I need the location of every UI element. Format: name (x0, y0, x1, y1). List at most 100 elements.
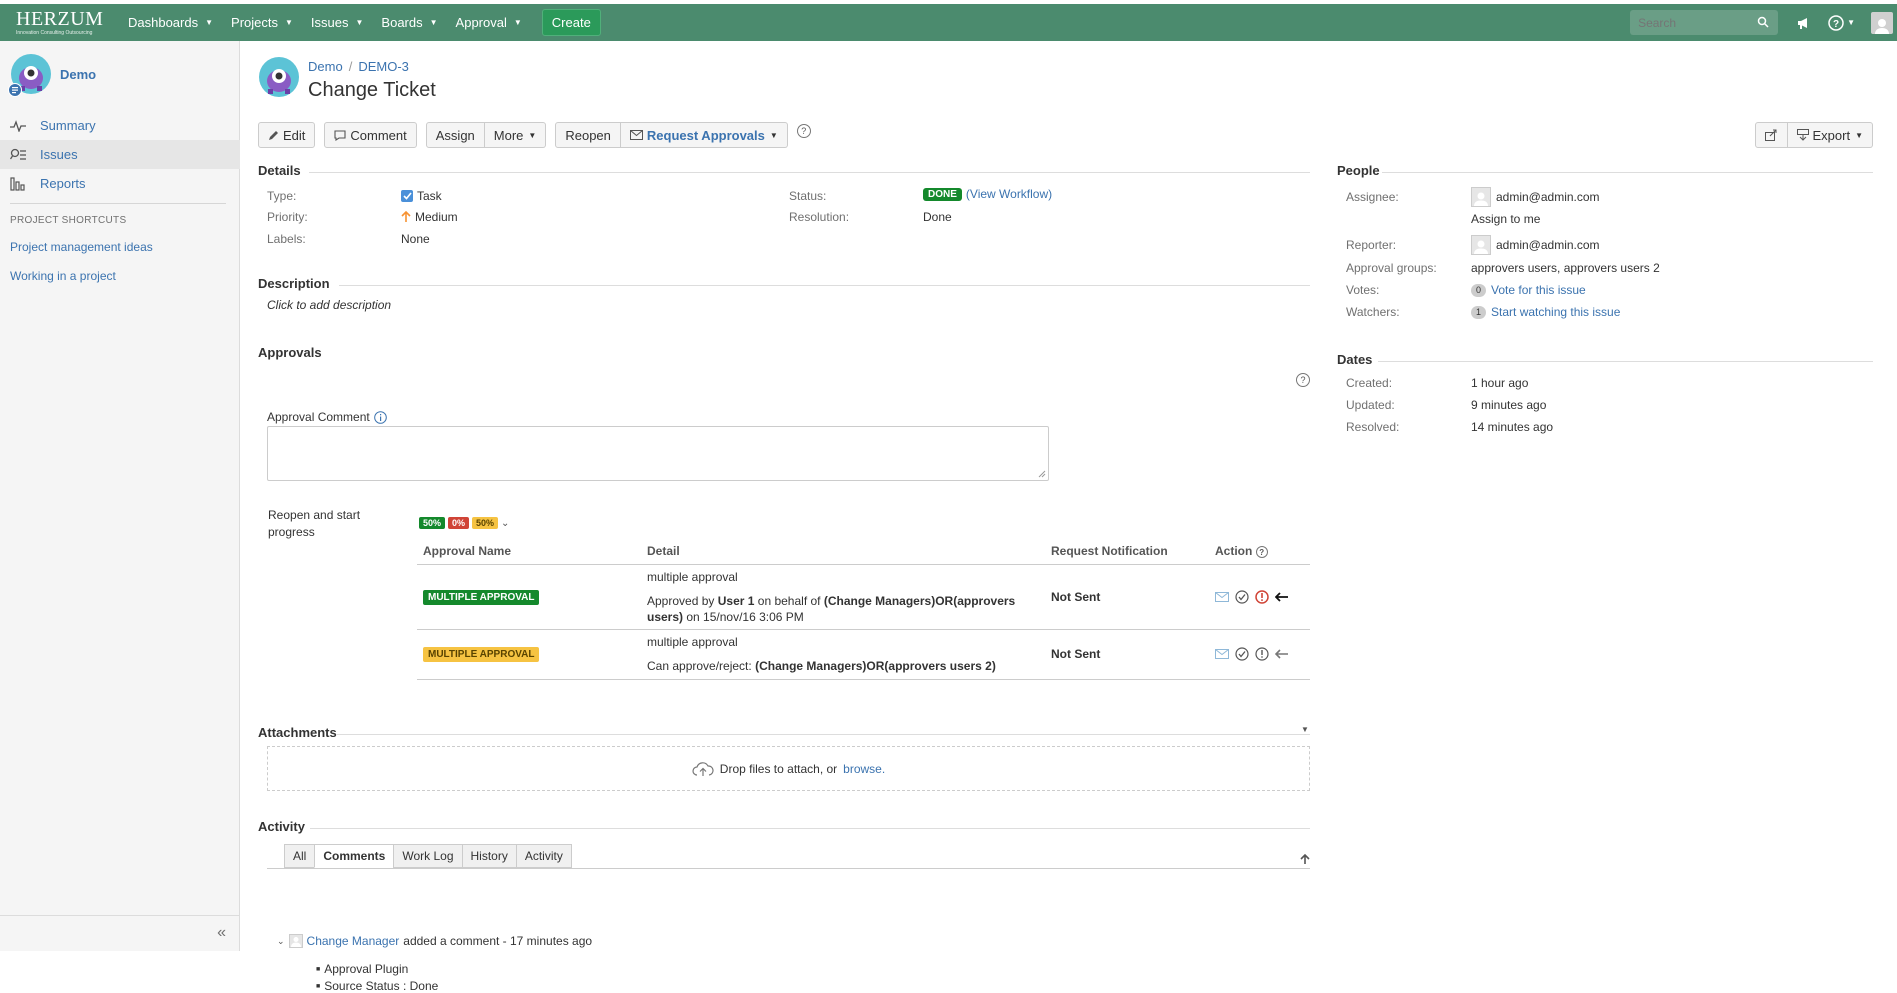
priority-value[interactable]: Medium (401, 210, 458, 224)
chevron-down-icon[interactable]: ⌄ (501, 518, 509, 529)
tab-history[interactable]: History (461, 844, 517, 868)
sidebar-nav: Summary Issues Reports (0, 111, 240, 198)
undo-arrow-icon[interactable] (1275, 649, 1289, 659)
sort-arrow-up-icon[interactable] (1299, 853, 1311, 865)
reject-exclamation-icon[interactable] (1255, 589, 1269, 604)
export-button[interactable]: Export ▼ (1787, 122, 1873, 148)
page-title[interactable]: Change Ticket (308, 79, 436, 102)
comment-button[interactable]: Comment (324, 122, 417, 148)
description-placeholder[interactable]: Click to add description (267, 298, 391, 312)
browse-link[interactable]: browse. (843, 762, 885, 776)
project-header[interactable]: Demo (8, 53, 96, 97)
comment-author[interactable]: Change Manager (307, 934, 400, 948)
tab-comments[interactable]: Comments (314, 844, 395, 868)
herzum-logo[interactable]: HERZUM Innovation Consulting Outsourcing (16, 9, 110, 36)
logo-tagline: Innovation Consulting Outsourcing (16, 30, 93, 36)
more-button[interactable]: More ▼ (484, 122, 547, 148)
watchers-value: 1 Start watching this issue (1471, 305, 1620, 319)
edit-button[interactable]: Edit (258, 122, 316, 148)
shortcut-link[interactable]: Project management ideas (10, 240, 153, 254)
details-title: Details (258, 163, 301, 178)
detail-text: Approved by User 1 on behalf of (Change … (647, 593, 1039, 625)
resize-handle-icon[interactable] (1036, 468, 1046, 478)
col-request-notification: Request Notification (1045, 538, 1209, 565)
approval-name-cell: MULTIPLE APPROVAL (417, 564, 641, 630)
progress-pending-badge: 50% (472, 517, 499, 529)
chevron-down-icon: ▼ (285, 18, 293, 27)
help-icon[interactable]: ? ▼ (1828, 14, 1855, 31)
chevron-down-icon[interactable]: ▼ (1301, 725, 1309, 734)
chevron-down-icon: ▼ (1855, 130, 1863, 140)
action-help-icon[interactable]: ? (1255, 546, 1268, 558)
approval-progress[interactable]: 50% 0% 50% ⌄ (419, 517, 509, 529)
assign-to-me-link[interactable]: Assign to me (1471, 212, 1540, 226)
help-icon[interactable]: ? (796, 124, 811, 138)
info-icon[interactable] (373, 410, 387, 424)
task-checkbox-icon (401, 190, 413, 202)
create-button[interactable]: Create (541, 9, 601, 36)
votes-count-badge: 0 (1471, 283, 1487, 297)
envelope-icon[interactable] (1215, 649, 1229, 659)
type-text: Task (417, 189, 442, 203)
nav-approval[interactable]: Approval ▼ (456, 15, 522, 30)
envelope-icon[interactable] (1215, 591, 1229, 602)
tab-activity[interactable]: Activity (515, 844, 572, 868)
share-button[interactable] (1754, 122, 1788, 148)
detail-user: User 1 (717, 593, 755, 608)
sidebar-item-summary[interactable]: Summary (0, 111, 240, 140)
detail-title: multiple approval (647, 569, 738, 584)
approve-check-icon[interactable] (1235, 647, 1249, 661)
comment-bullet-text: Approval Plugin (324, 962, 409, 976)
labels-value[interactable]: None (401, 232, 430, 246)
request-approvals-button[interactable]: Request Approvals ▼ (620, 122, 788, 148)
chevron-down-icon[interactable]: ⌄ (277, 936, 285, 947)
type-value[interactable]: Task (401, 189, 442, 203)
sidebar-item-issues[interactable]: Issues (0, 140, 240, 169)
watch-link[interactable]: Start watching this issue (1491, 305, 1620, 319)
search-icon[interactable] (1756, 15, 1770, 29)
project-type-icon (8, 83, 22, 97)
view-workflow-link[interactable]: (View Workflow) (966, 187, 1052, 201)
attachment-dropzone[interactable]: Drop files to attach, or browse. (267, 746, 1310, 791)
assign-button[interactable]: Assign (425, 122, 485, 148)
comment-author-avatar (288, 934, 303, 948)
tabs-underline (267, 868, 1310, 869)
approval-name-badge[interactable]: MULTIPLE APPROVAL (423, 589, 540, 605)
detail-text: Can approve/reject: (Change Managers)OR(… (647, 658, 1039, 674)
type-label: Type: (267, 189, 297, 203)
search-wrapper (1630, 10, 1779, 35)
approval-comment-textarea[interactable] (267, 426, 1049, 481)
assignee-value[interactable]: admin@admin.com (1471, 187, 1600, 207)
progress-approved-badge: 50% (419, 517, 446, 529)
shortcut-link[interactable]: Working in a project (10, 269, 116, 283)
user-avatar[interactable] (1871, 11, 1893, 34)
approvals-table: Approval Name Detail Request Notificatio… (417, 538, 1310, 680)
nav-projects[interactable]: Projects ▼ (231, 15, 293, 30)
sidebar-collapse[interactable]: « (0, 915, 240, 951)
labels-label: Labels: (267, 232, 306, 246)
reporter-value[interactable]: admin@admin.com (1471, 235, 1600, 255)
status-label: Status: (789, 189, 827, 203)
chevron-down-icon: ▼ (528, 130, 537, 140)
col-action: Action ? (1209, 538, 1310, 565)
vote-link[interactable]: Vote for this issue (1491, 283, 1586, 297)
tab-all[interactable]: All (284, 844, 316, 868)
reopen-button[interactable]: Reopen (555, 122, 621, 148)
approvals-help-icon[interactable]: ? (1296, 373, 1310, 387)
nav-boards[interactable]: Boards ▼ (381, 15, 437, 30)
breadcrumb-separator: / (348, 59, 353, 74)
project-name[interactable]: Demo (60, 67, 96, 82)
nav-issues[interactable]: Issues ▼ (311, 15, 364, 30)
issues-icon (10, 148, 28, 162)
notifications-megaphone-icon[interactable] (1796, 16, 1812, 30)
approval-name-badge[interactable]: MULTIPLE APPROVAL (423, 647, 540, 662)
approve-check-icon[interactable] (1235, 589, 1249, 604)
nav-dashboards[interactable]: Dashboards ▼ (128, 15, 213, 30)
sidebar-item-reports[interactable]: Reports (0, 169, 240, 198)
breadcrumb-issue-key[interactable]: DEMO-3 (358, 59, 409, 74)
reject-exclamation-icon[interactable] (1255, 647, 1269, 661)
breadcrumb-project[interactable]: Demo (308, 59, 343, 74)
undo-arrow-icon[interactable] (1275, 591, 1289, 602)
tab-work-log[interactable]: Work Log (393, 844, 463, 868)
created-value: 1 hour ago (1471, 376, 1529, 390)
